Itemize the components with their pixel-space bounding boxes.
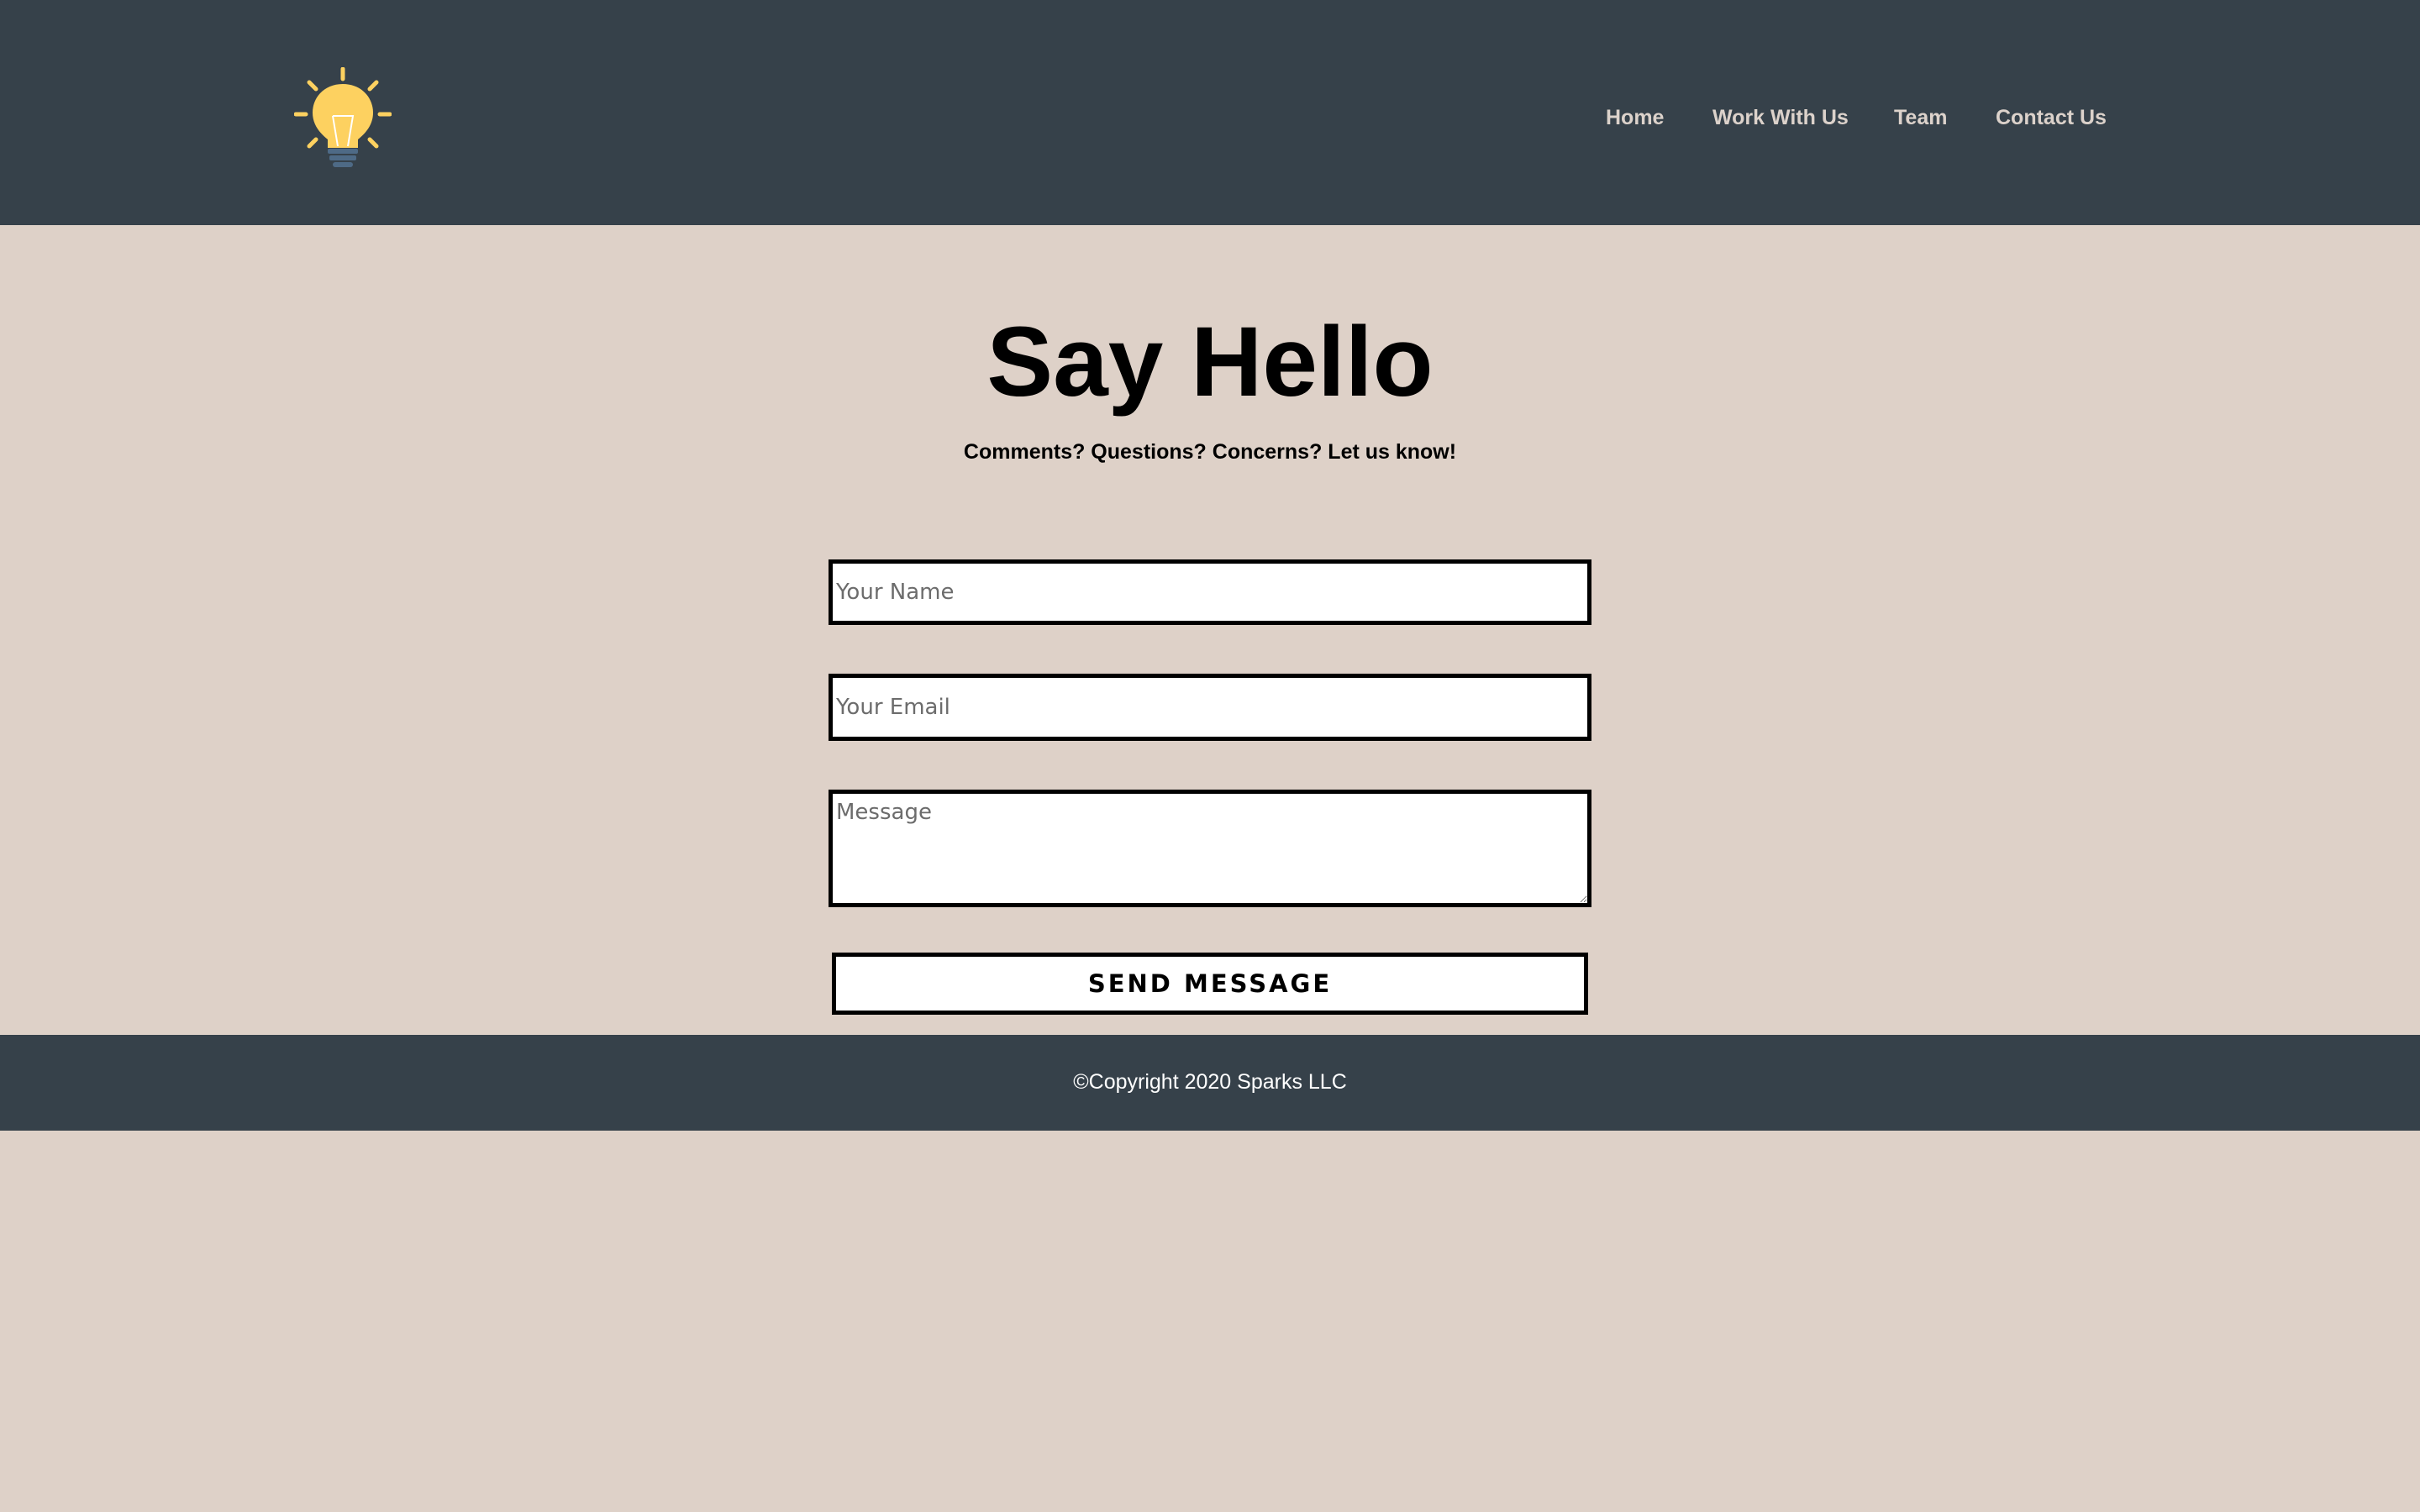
- message-textarea[interactable]: [829, 790, 1591, 907]
- site-footer: ©Copyright 2020 Sparks LLC: [0, 1035, 2420, 1131]
- main-nav: Home Work With Us Team Contact Us: [0, 104, 2420, 131]
- nav-link-work-with-us[interactable]: Work With Us: [1712, 104, 1849, 131]
- nav-link-home[interactable]: Home: [1606, 104, 1664, 131]
- email-input[interactable]: [829, 674, 1591, 741]
- nav-link-contact-us[interactable]: Contact Us: [1996, 104, 2107, 131]
- nav-link-team[interactable]: Team: [1894, 104, 1947, 131]
- name-input[interactable]: [829, 559, 1591, 625]
- copyright-text: ©Copyright 2020 Sparks LLC: [1073, 1070, 1347, 1094]
- contact-section: Say Hello Comments? Questions? Concerns?…: [0, 225, 2420, 1035]
- site-header: Home Work With Us Team Contact Us: [0, 0, 2420, 225]
- page-title: Say Hello: [986, 307, 1434, 417]
- send-message-button[interactable]: SEND MESSAGE: [832, 953, 1588, 1015]
- page-subtitle: Comments? Questions? Concerns? Let us kn…: [963, 440, 1457, 464]
